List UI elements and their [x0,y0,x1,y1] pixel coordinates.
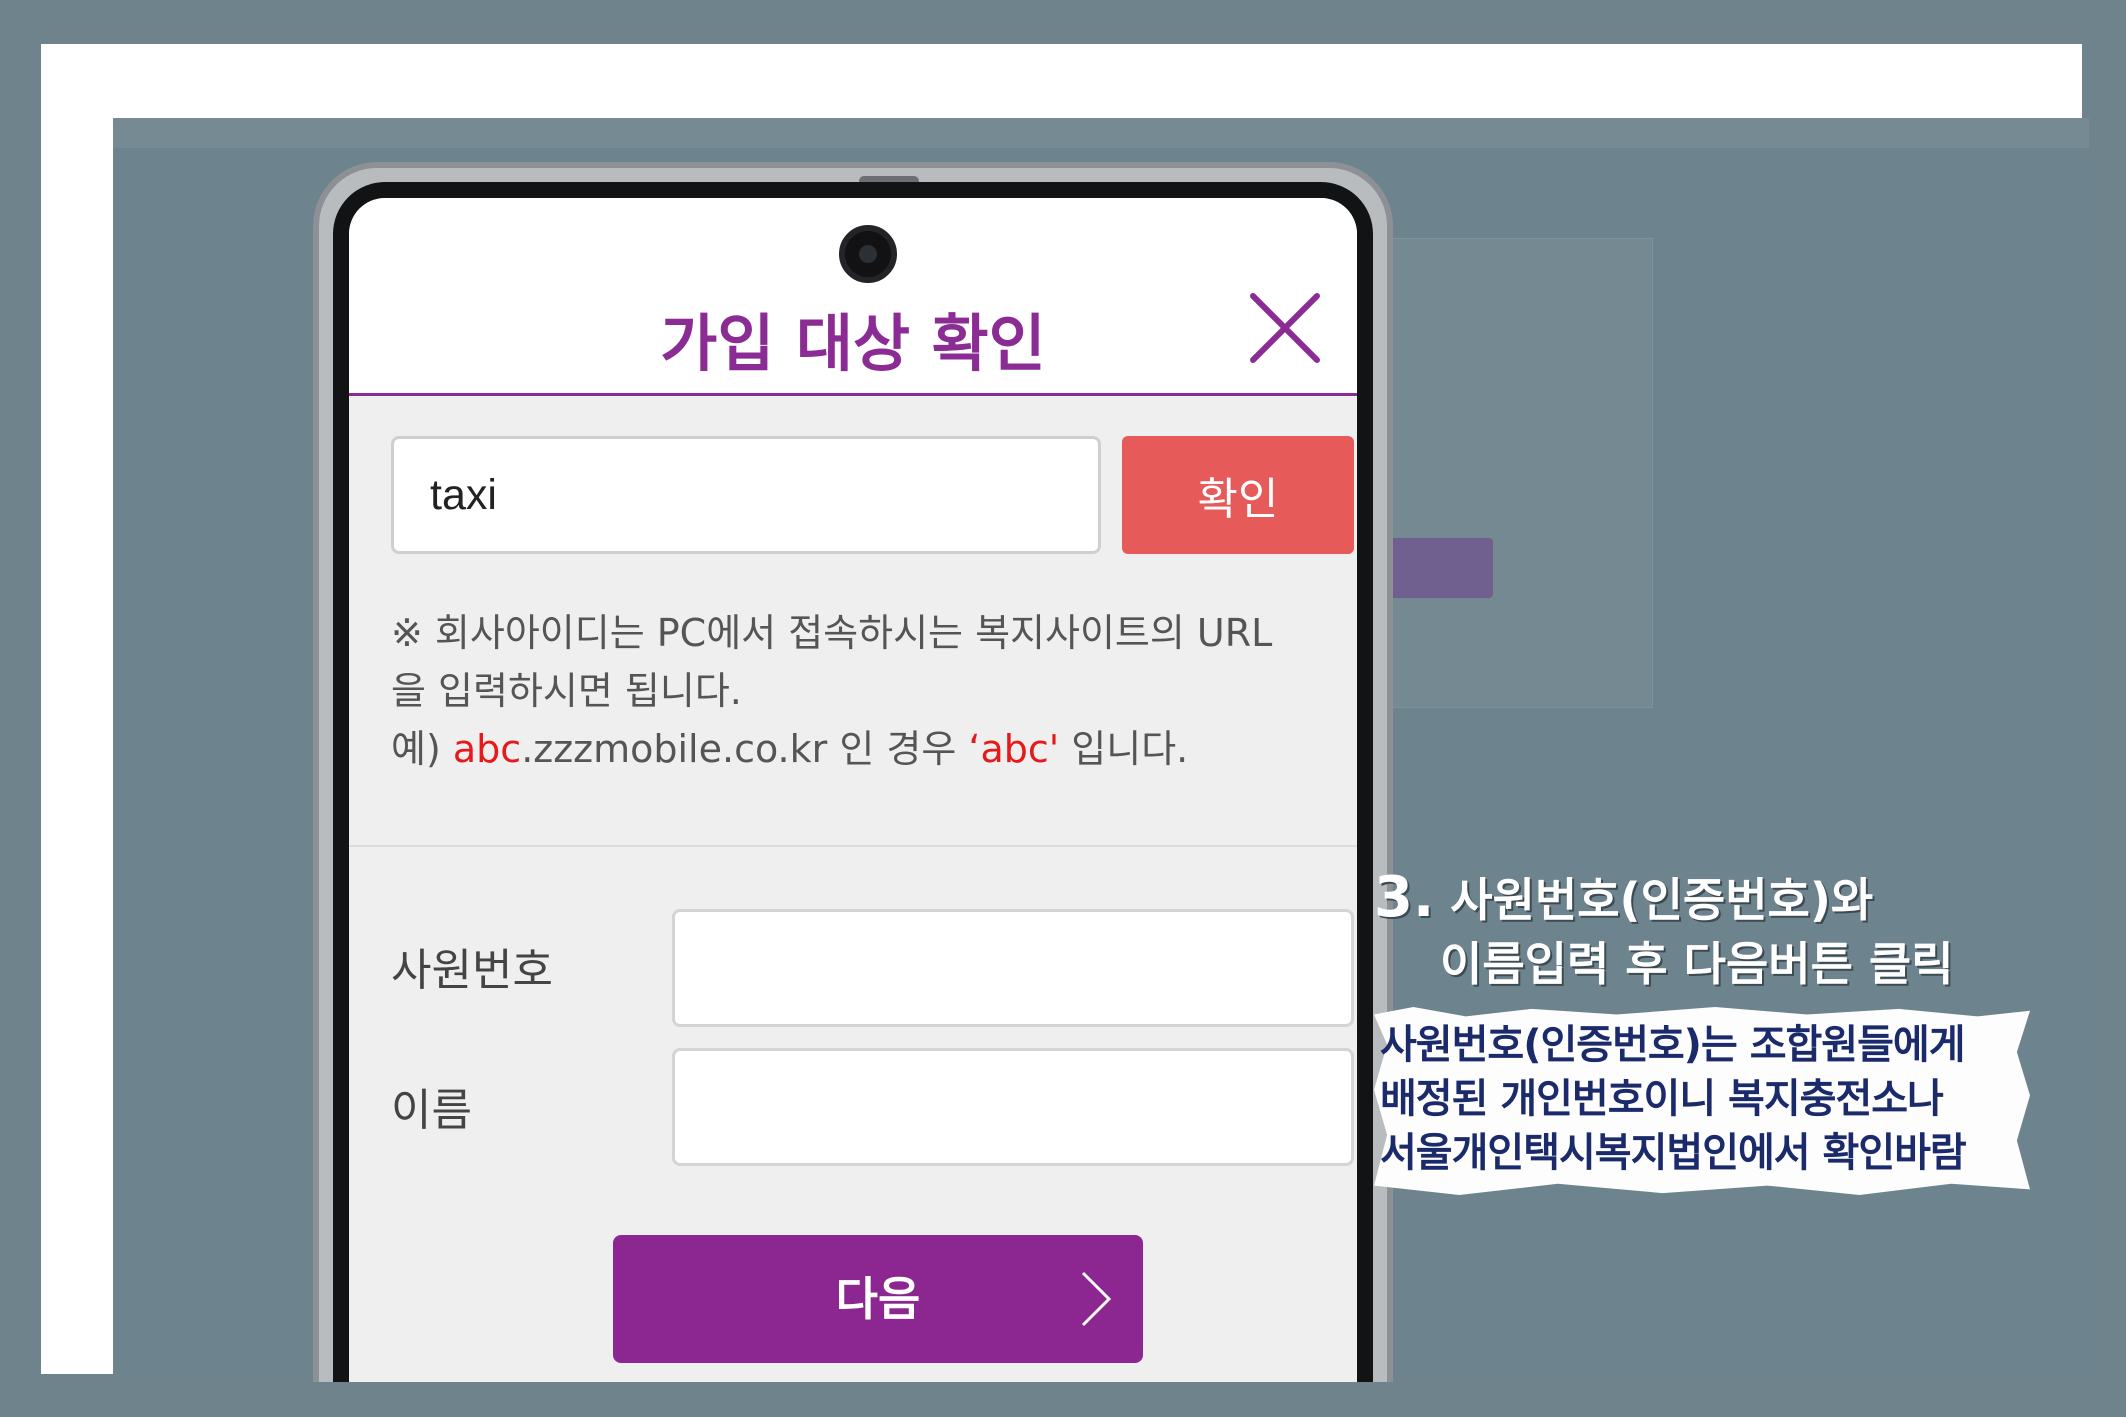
example-prefix: 예) [391,727,453,771]
step-instruction: 3. 사원번호(인증번호)와 이름입력 후 다음버튼 클릭 [1374,866,1954,996]
note-line-2: 배정된 개인번호이니 복지충전소나 [1380,1076,1944,1122]
next-button-label: 다음 [835,1272,921,1326]
phone-bezel: 가입 대상 확인 확인 ※ 회사아이디는 PC에서 접속하시는 복지사이트의 U… [333,182,1373,1382]
step-text-1: 사원번호(인증번호)와 [1450,873,1874,927]
employee-number-input[interactable] [672,909,1354,1027]
dialog-header: 가입 대상 확인 [349,198,1357,396]
example-suffix: 입니다. [1059,727,1189,771]
example-highlight: abc [452,727,522,771]
next-button[interactable]: 다음 [613,1235,1143,1363]
note-line-3: 서울개인택시복지법인에서 확인바람 [1380,1130,1967,1176]
dialog-title: 가입 대상 확인 [660,307,1046,380]
blurred-background-button [1383,538,1493,598]
close-icon[interactable] [1247,290,1323,366]
phone-screen: 가입 대상 확인 확인 ※ 회사아이디는 PC에서 접속하시는 복지사이트의 U… [349,198,1357,1382]
step-number: 3. [1374,865,1435,930]
notice-line-2: 을 입력하시면 됩니다. [391,669,742,713]
section-divider [349,845,1357,847]
phone-frame: 가입 대상 확인 확인 ※ 회사아이디는 PC에서 접속하시는 복지사이트의 U… [313,162,1393,1382]
company-id-notice: ※ 회사아이디는 PC에서 접속하시는 복지사이트의 URL 을 입력하시면 됩… [391,604,1357,778]
confirm-button[interactable]: 확인 [1122,436,1354,554]
company-id-input[interactable] [391,436,1101,554]
camera-icon [839,225,897,283]
note-text: 사원번호(인증번호)는 조합원들에게 배정된 개인번호이니 복지충전소나 서울개… [1380,1018,2030,1180]
note-line-1: 사원번호(인증번호)는 조합원들에게 [1380,1022,1966,1068]
name-input[interactable] [672,1048,1354,1166]
notice-line-1: ※ 회사아이디는 PC에서 접속하시는 복지사이트의 URL [391,611,1273,655]
background-canvas: 가입 대상 확인 확인 ※ 회사아이디는 PC에서 접속하시는 복지사이트의 U… [113,118,2089,1382]
blurred-browser-bar [113,118,2089,148]
employee-number-label: 사원번호 [391,945,553,996]
chevron-right-icon [1081,1271,1112,1327]
name-label: 이름 [391,1085,472,1136]
example-quote: ‘abc' [968,727,1060,771]
notice-example: 예) abc.zzzmobile.co.kr 인 경우 ‘abc' 입니다. [391,720,1357,778]
step-line-1: 3. 사원번호(인증번호)와 [1374,866,1954,932]
step-line-2: 이름입력 후 다음버튼 클릭 [1440,937,1954,991]
example-domain: .zzzmobile.co.kr 인 경우 [521,727,969,771]
